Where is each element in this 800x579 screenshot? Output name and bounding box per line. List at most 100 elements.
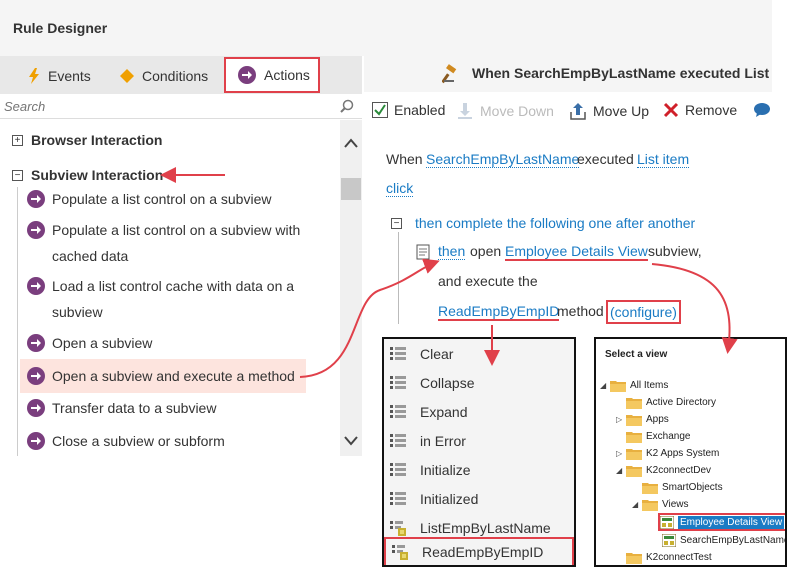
method-label: ListEmpByLastName xyxy=(420,519,551,536)
tree-node[interactable]: Active Directory xyxy=(616,394,716,411)
select-view-popup: Select a view ◢ All Items Active Directo… xyxy=(594,337,787,567)
folder-icon xyxy=(610,381,626,392)
method-item[interactable]: in Error xyxy=(384,426,574,455)
action-arrow-icon xyxy=(27,432,45,450)
method-icon xyxy=(390,462,406,476)
search-box xyxy=(0,94,362,119)
method-icon xyxy=(390,433,406,447)
tree-node-selected-view[interactable]: Employee Details View xyxy=(658,513,785,531)
expand-triangle-icon[interactable]: ▷ xyxy=(616,449,626,458)
method-item[interactable]: Initialized xyxy=(384,484,574,513)
action-item[interactable]: Transfer data to a subview xyxy=(20,395,306,421)
rule-title: When SearchEmpByLastName executed List i… xyxy=(472,65,772,81)
group-subview-interaction[interactable]: − Subview Interaction xyxy=(12,164,163,186)
tree-node[interactable]: ◢ K2connectDev xyxy=(616,462,711,479)
collapse-triangle-icon[interactable]: ◢ xyxy=(600,381,610,390)
scroll-thumb[interactable] xyxy=(341,178,361,200)
group-browser-interaction[interactable]: + Browser Interaction xyxy=(12,129,162,151)
action-arrow-icon xyxy=(27,190,45,208)
rule-subview: subview, xyxy=(648,243,702,259)
smartobject-method-icon xyxy=(392,545,408,560)
event-click-link[interactable]: click xyxy=(386,180,414,197)
tree-connector xyxy=(17,187,18,456)
tree-node[interactable]: ▷ Apps xyxy=(616,411,669,428)
method-item[interactable]: Initialize xyxy=(384,455,574,484)
folder-icon xyxy=(626,398,642,409)
enabled-toggle[interactable]: Enabled xyxy=(372,102,445,118)
event-link[interactable]: List item xyxy=(637,151,690,168)
action-arrow-icon xyxy=(27,277,45,295)
expand-triangle-icon[interactable]: ▷ xyxy=(616,415,626,424)
action-item[interactable]: Close a subview or subform xyxy=(20,428,306,454)
search-icon[interactable] xyxy=(340,99,354,113)
folder-icon xyxy=(642,500,658,511)
target-view-link[interactable]: Employee Details View xyxy=(505,243,648,261)
tree-connector xyxy=(398,232,399,324)
move-up-button[interactable]: Move Up xyxy=(569,102,649,120)
folder-icon xyxy=(626,466,642,477)
tree-node[interactable]: SearchEmpByLastName xyxy=(662,532,785,549)
tree-node[interactable]: K2connectTest xyxy=(616,549,712,565)
move-down-icon xyxy=(458,103,472,119)
checkbox-checked-icon xyxy=(372,102,388,118)
enabled-label: Enabled xyxy=(394,102,446,118)
method-list-popup: Clear Collapse Expand in Error Initializ… xyxy=(382,337,576,567)
action-item-selected[interactable]: Open a subview and execute a method xyxy=(20,359,306,393)
action-list: + Browser Interaction − Subview Interact… xyxy=(0,120,340,456)
move-down-label: Move Down xyxy=(480,103,554,119)
method-label: Expand xyxy=(420,403,468,420)
remove-button[interactable]: Remove xyxy=(663,102,737,118)
collapse-triangle-icon[interactable]: ◢ xyxy=(616,466,626,475)
rule-title-bar: When SearchEmpByLastName executed List i… xyxy=(364,56,772,92)
arrow-circle-icon xyxy=(238,66,256,84)
lightning-icon xyxy=(29,68,39,84)
rule-when: When xyxy=(386,151,423,167)
method-item-selected[interactable]: ReadEmpByEmpID xyxy=(384,537,574,565)
group-label: Subview Interaction xyxy=(31,167,164,183)
method-label: Initialized xyxy=(420,490,479,507)
tree-node-all-items[interactable]: ◢ All Items xyxy=(600,377,668,394)
action-arrow-icon xyxy=(27,221,45,239)
collapse-icon[interactable]: − xyxy=(391,218,402,229)
folder-icon xyxy=(626,415,642,426)
tree-node[interactable]: ◢ Views xyxy=(632,496,689,513)
action-item[interactable]: Load a list control cache with data on a… xyxy=(20,273,306,325)
collapse-triangle-icon[interactable]: ◢ xyxy=(632,500,642,509)
then-link[interactable]: then xyxy=(438,243,466,260)
method-item[interactable]: Collapse xyxy=(384,368,574,397)
source-view-link[interactable]: SearchEmpByLastName xyxy=(426,151,580,168)
tab-events[interactable]: Events xyxy=(28,58,91,94)
method-label: Clear xyxy=(420,345,454,362)
tab-conditions[interactable]: Conditions xyxy=(120,58,208,94)
move-down-button[interactable]: Move Down xyxy=(456,102,554,120)
tree-node[interactable]: SmartObjects xyxy=(632,479,723,496)
action-label: Close a subview or subform xyxy=(52,433,225,449)
method-item[interactable]: Clear xyxy=(384,339,574,368)
configure-link[interactable]: (configure) xyxy=(606,300,681,324)
action-label: Open a subview and execute a method xyxy=(52,368,295,384)
method-label: Initialize xyxy=(420,461,471,478)
tab-actions[interactable]: Actions xyxy=(224,57,320,93)
method-icon xyxy=(390,375,406,389)
execution-mode-link[interactable]: then complete the following one after an… xyxy=(415,215,695,231)
smartobject-method-icon xyxy=(390,520,406,536)
method-link[interactable]: ReadEmpByEmpID xyxy=(438,303,560,321)
action-item[interactable]: Populate a list control on a subview wit… xyxy=(20,217,306,269)
tab-events-label: Events xyxy=(48,68,91,84)
chevron-up-icon[interactable] xyxy=(344,138,358,148)
search-input[interactable] xyxy=(4,97,324,116)
chevron-down-icon[interactable] xyxy=(344,436,358,446)
tree-node[interactable]: Exchange xyxy=(616,428,690,445)
view-icon xyxy=(662,534,676,547)
tree-node[interactable]: ▷ K2 Apps System xyxy=(616,445,719,462)
action-list-scrollbar[interactable] xyxy=(340,120,362,456)
tab-actions-label: Actions xyxy=(264,67,310,83)
collapse-icon[interactable]: − xyxy=(12,169,23,181)
method-item[interactable]: Expand xyxy=(384,397,574,426)
expand-icon[interactable]: + xyxy=(12,134,23,146)
comment-button[interactable] xyxy=(753,102,777,118)
method-label: in Error xyxy=(420,432,466,449)
left-tab-bar: Events Conditions Actions xyxy=(0,56,362,94)
action-item[interactable]: Open a subview xyxy=(20,330,306,356)
action-item[interactable]: Populate a list control on a subview xyxy=(20,186,306,212)
